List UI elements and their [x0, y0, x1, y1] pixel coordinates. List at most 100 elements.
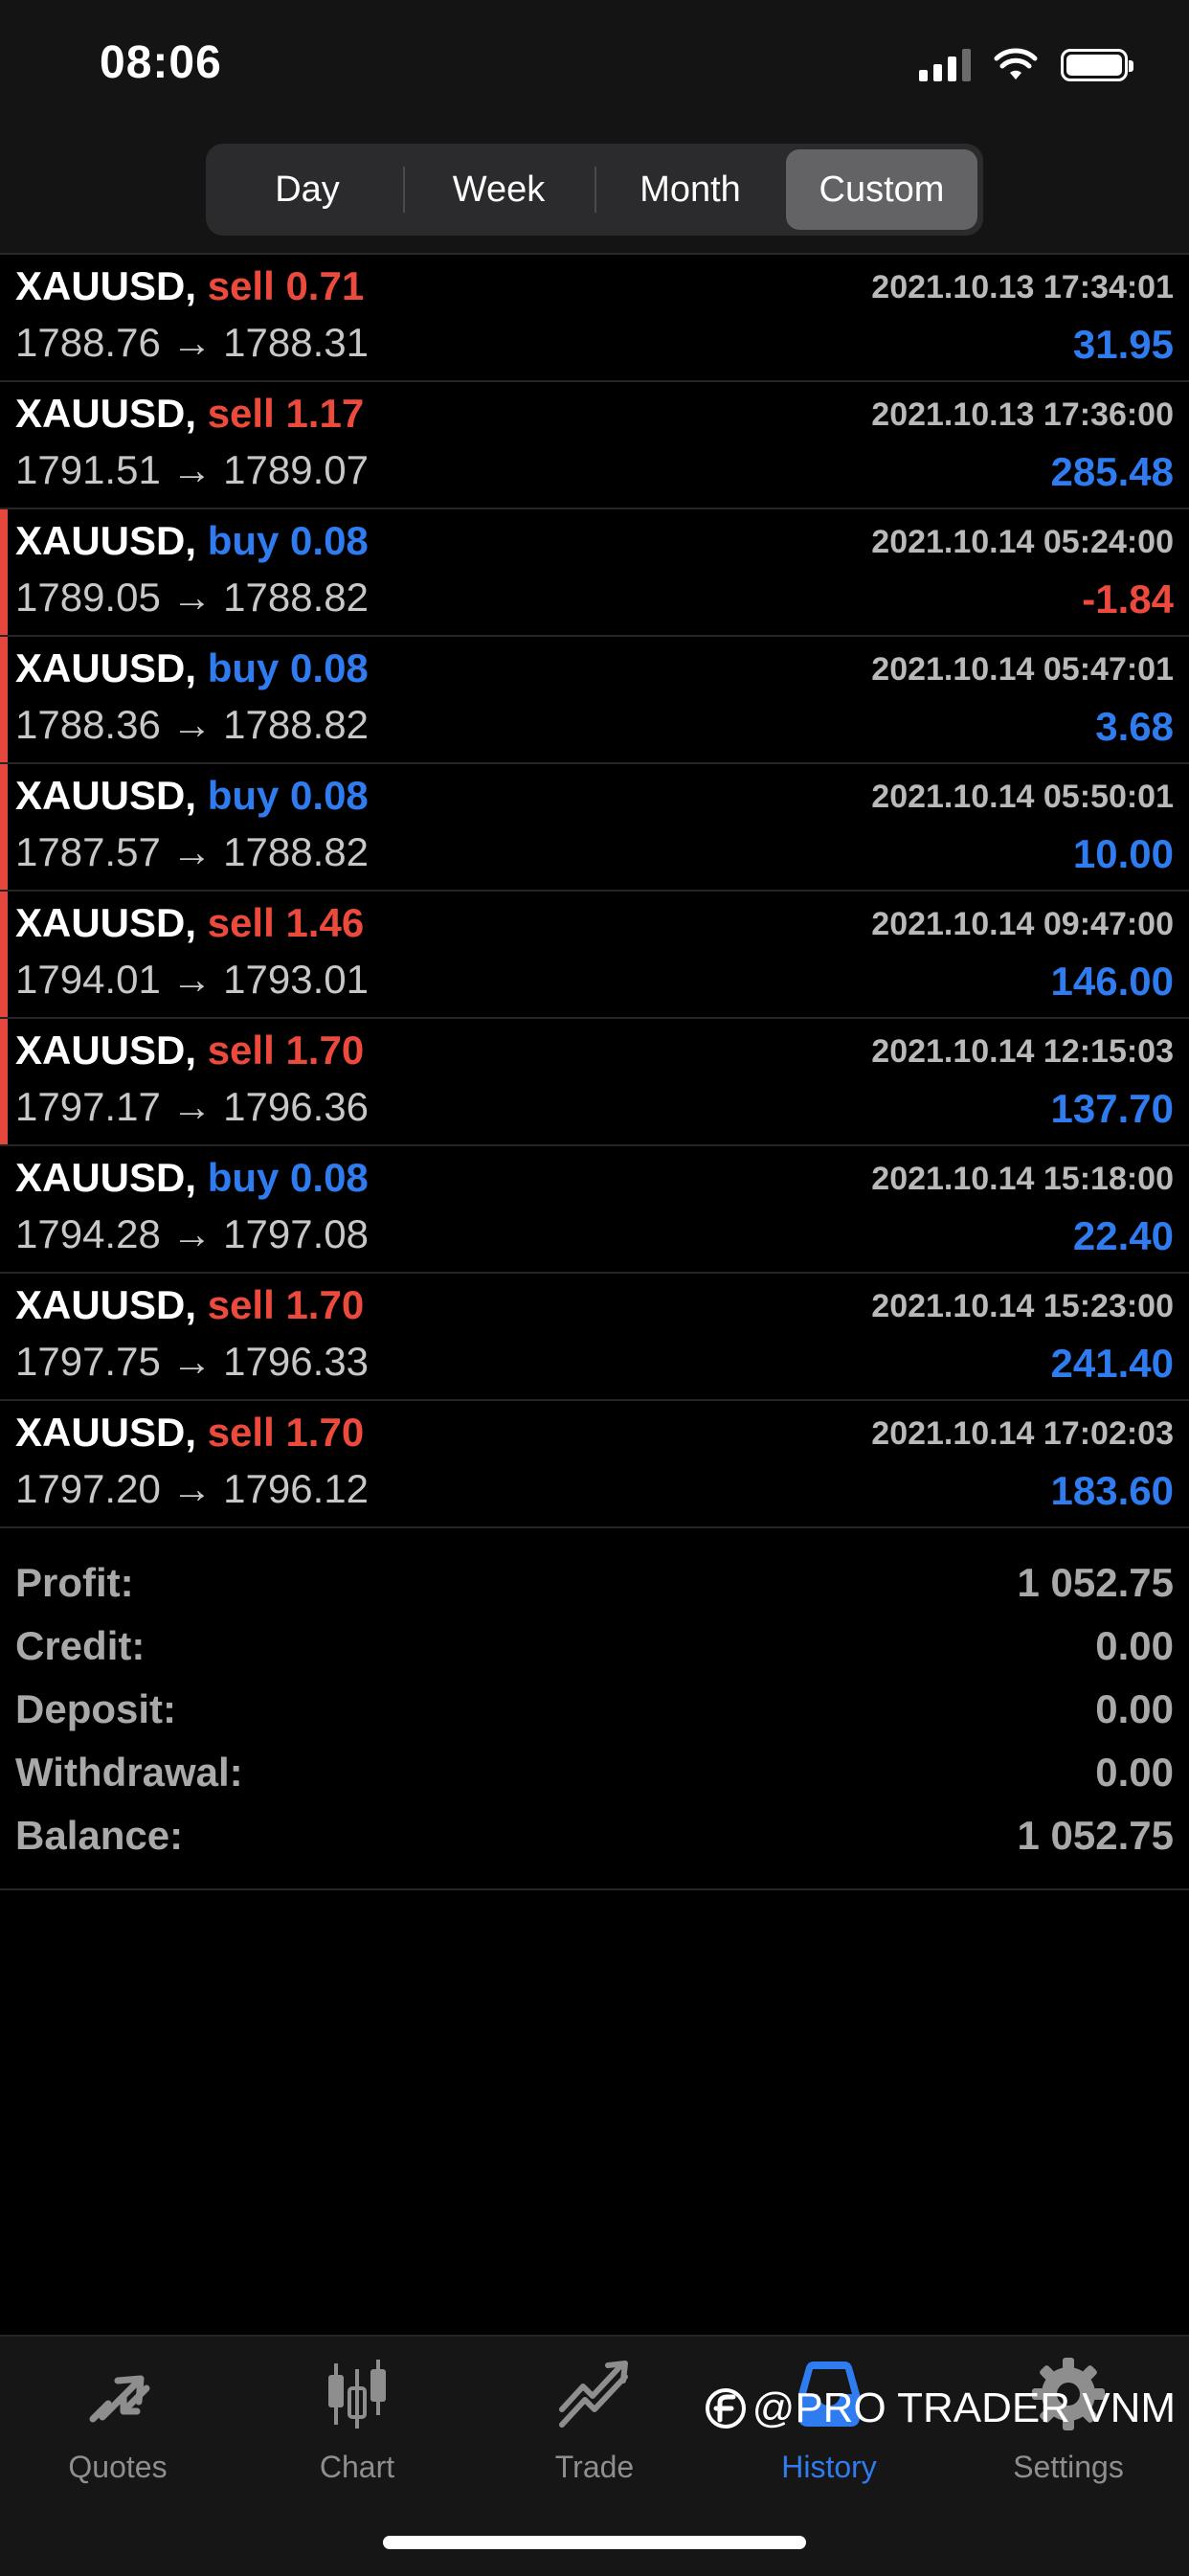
arrow-right-icon: →: [171, 957, 213, 1002]
deal-open-price: 1791.51: [15, 447, 161, 492]
deal-row[interactable]: XAUUSD, buy 0.08 2021.10.14 15:18:00 1794.…: [0, 1146, 1189, 1274]
deal-open-price: 1787.57: [15, 829, 161, 874]
watermark: @PRO TRADER VNM: [705, 2384, 1176, 2432]
tab-label: History: [781, 2450, 877, 2484]
cellular-signal-icon: [919, 49, 971, 81]
deal-row[interactable]: XAUUSD, sell 1.70 2021.10.14 12:15:03 1797…: [0, 1019, 1189, 1146]
deal-symbol: XAUUSD,: [15, 1410, 197, 1455]
deal-open-price: 1788.76: [15, 320, 161, 365]
deal-title: XAUUSD, buy 0.08: [15, 770, 369, 822]
deal-open-price: 1797.20: [15, 1466, 161, 1511]
arrow-right-icon: →: [171, 702, 213, 747]
deal-profit: 10.00: [1072, 831, 1174, 876]
deal-time: 2021.10.14 12:15:03: [871, 1033, 1174, 1070]
tab-label: Chart: [319, 2450, 395, 2484]
deals-list: XAUUSD, sell 0.71 2021.10.13 17:34:01 1788…: [0, 255, 1189, 1528]
deal-row[interactable]: XAUUSD, buy 0.08 2021.10.14 05:50:01 1787.…: [0, 764, 1189, 892]
deal-volume: 1.70: [285, 1410, 365, 1455]
deal-time: 2021.10.14 09:47:00: [871, 906, 1174, 942]
deal-time: 2021.10.14 05:24:00: [871, 524, 1174, 560]
deal-row[interactable]: XAUUSD, buy 0.08 2021.10.14 05:24:00 1789.…: [0, 509, 1189, 637]
deal-profit: 22.40: [1072, 1213, 1174, 1258]
deal-side: sell: [207, 391, 275, 436]
deal-open-price: 1797.17: [15, 1084, 161, 1129]
arrow-right-icon: →: [171, 320, 213, 365]
deal-close-price: 1788.31: [223, 320, 369, 365]
period-month-button[interactable]: Month: [594, 149, 786, 230]
deal-title: XAUUSD, buy 0.08: [15, 515, 369, 567]
deal-volume: 1.17: [285, 391, 365, 436]
deal-time: 2021.10.14 15:23:00: [871, 1288, 1174, 1324]
quotes-icon: [89, 2375, 150, 2423]
summary-balance-label: Balance:: [15, 1813, 184, 1858]
deal-profit: 137.70: [1050, 1086, 1174, 1131]
deal-prices: 1787.57 → 1788.82: [15, 825, 369, 879]
deal-row[interactable]: XAUUSD, sell 1.46 2021.10.14 09:47:00 1794…: [0, 892, 1189, 1019]
summary-withdrawal-value: 0.00: [1095, 1750, 1174, 1795]
deal-prices: 1794.28 → 1797.08: [15, 1208, 369, 1261]
deal-symbol: XAUUSD,: [15, 900, 197, 945]
deal-prices: 1797.75 → 1796.33: [15, 1335, 369, 1389]
deal-close-price: 1788.82: [223, 829, 369, 874]
period-week-button[interactable]: Week: [403, 149, 594, 230]
deal-time: 2021.10.14 17:02:03: [871, 1415, 1174, 1452]
deal-row[interactable]: XAUUSD, sell 1.70 2021.10.14 17:02:03 1797…: [0, 1401, 1189, 1528]
summary-balance-row: Balance: 1 052.75: [15, 1804, 1174, 1867]
summary-deposit-label: Deposit:: [15, 1686, 176, 1731]
tab-trade[interactable]: Trade: [499, 2356, 690, 2490]
arrow-right-icon: →: [171, 1084, 213, 1129]
deal-side: sell: [207, 900, 275, 945]
deal-volume: 1.46: [285, 900, 365, 945]
deal-title: XAUUSD, sell 1.17: [15, 388, 364, 440]
deal-close-price: 1796.36: [223, 1084, 369, 1129]
deal-symbol: XAUUSD,: [15, 773, 197, 818]
period-selector-bar: Day Week Month Custom: [0, 124, 1189, 255]
deal-title: XAUUSD, buy 0.08: [15, 643, 369, 694]
home-indicator[interactable]: [383, 2536, 806, 2549]
arrow-right-icon: →: [171, 829, 213, 874]
deal-row[interactable]: XAUUSD, sell 1.17 2021.10.13 17:36:00 1791…: [0, 382, 1189, 509]
deal-symbol: XAUUSD,: [15, 518, 197, 563]
period-day-button[interactable]: Day: [212, 149, 403, 230]
deal-row[interactable]: XAUUSD, sell 0.71 2021.10.13 17:34:01 1788…: [0, 255, 1189, 382]
deal-side: buy: [207, 518, 280, 563]
deal-open-price: 1794.28: [15, 1211, 161, 1256]
period-segmented-control[interactable]: Day Week Month Custom: [206, 144, 983, 236]
summary-credit-label: Credit:: [15, 1623, 146, 1668]
deal-title: XAUUSD, sell 0.71: [15, 260, 364, 312]
deal-side: sell: [207, 1028, 275, 1073]
deal-title: XAUUSD, sell 1.70: [15, 1025, 364, 1076]
summary-profit-label: Profit:: [15, 1560, 134, 1605]
deal-prices: 1797.20 → 1796.12: [15, 1462, 369, 1516]
trade-icon: [559, 2361, 628, 2428]
period-custom-button[interactable]: Custom: [786, 149, 977, 230]
deal-profit: -1.84: [1082, 576, 1174, 621]
battery-icon: [1061, 49, 1133, 81]
deal-side: sell: [207, 263, 275, 308]
deal-prices: 1788.76 → 1788.31: [15, 316, 369, 370]
deal-row[interactable]: XAUUSD, sell 1.70 2021.10.14 15:23:00 1797…: [0, 1274, 1189, 1401]
deal-time: 2021.10.13 17:36:00: [871, 396, 1174, 433]
deal-symbol: XAUUSD,: [15, 1028, 197, 1073]
deal-title: XAUUSD, sell 1.46: [15, 897, 364, 949]
deal-profit: 183.60: [1050, 1468, 1174, 1513]
deal-profit: 146.00: [1050, 959, 1174, 1004]
status-icons: [919, 44, 1133, 86]
arrow-right-icon: →: [171, 575, 213, 620]
deal-symbol: XAUUSD,: [15, 645, 197, 690]
tab-quotes[interactable]: Quotes: [22, 2356, 213, 2490]
deal-close-price: 1796.12: [223, 1466, 369, 1511]
summary-credit-value: 0.00: [1095, 1623, 1174, 1668]
deal-symbol: XAUUSD,: [15, 263, 197, 308]
deal-prices: 1797.17 → 1796.36: [15, 1080, 369, 1134]
deal-row[interactable]: XAUUSD, buy 0.08 2021.10.14 05:47:01 1788.…: [0, 637, 1189, 764]
summary-profit-value: 1 052.75: [1017, 1560, 1175, 1605]
deal-open-price: 1789.05: [15, 575, 161, 620]
deal-symbol: XAUUSD,: [15, 1282, 197, 1327]
deal-prices: 1794.01 → 1793.01: [15, 953, 369, 1006]
account-summary: Profit: 1 052.75 Credit: 0.00 Deposit: 0.00 Wi…: [0, 1546, 1189, 1890]
deal-volume: 0.08: [290, 1155, 369, 1200]
deal-close-price: 1793.01: [223, 957, 369, 1002]
tab-chart[interactable]: Chart: [261, 2356, 453, 2490]
arrow-right-icon: →: [171, 447, 213, 492]
